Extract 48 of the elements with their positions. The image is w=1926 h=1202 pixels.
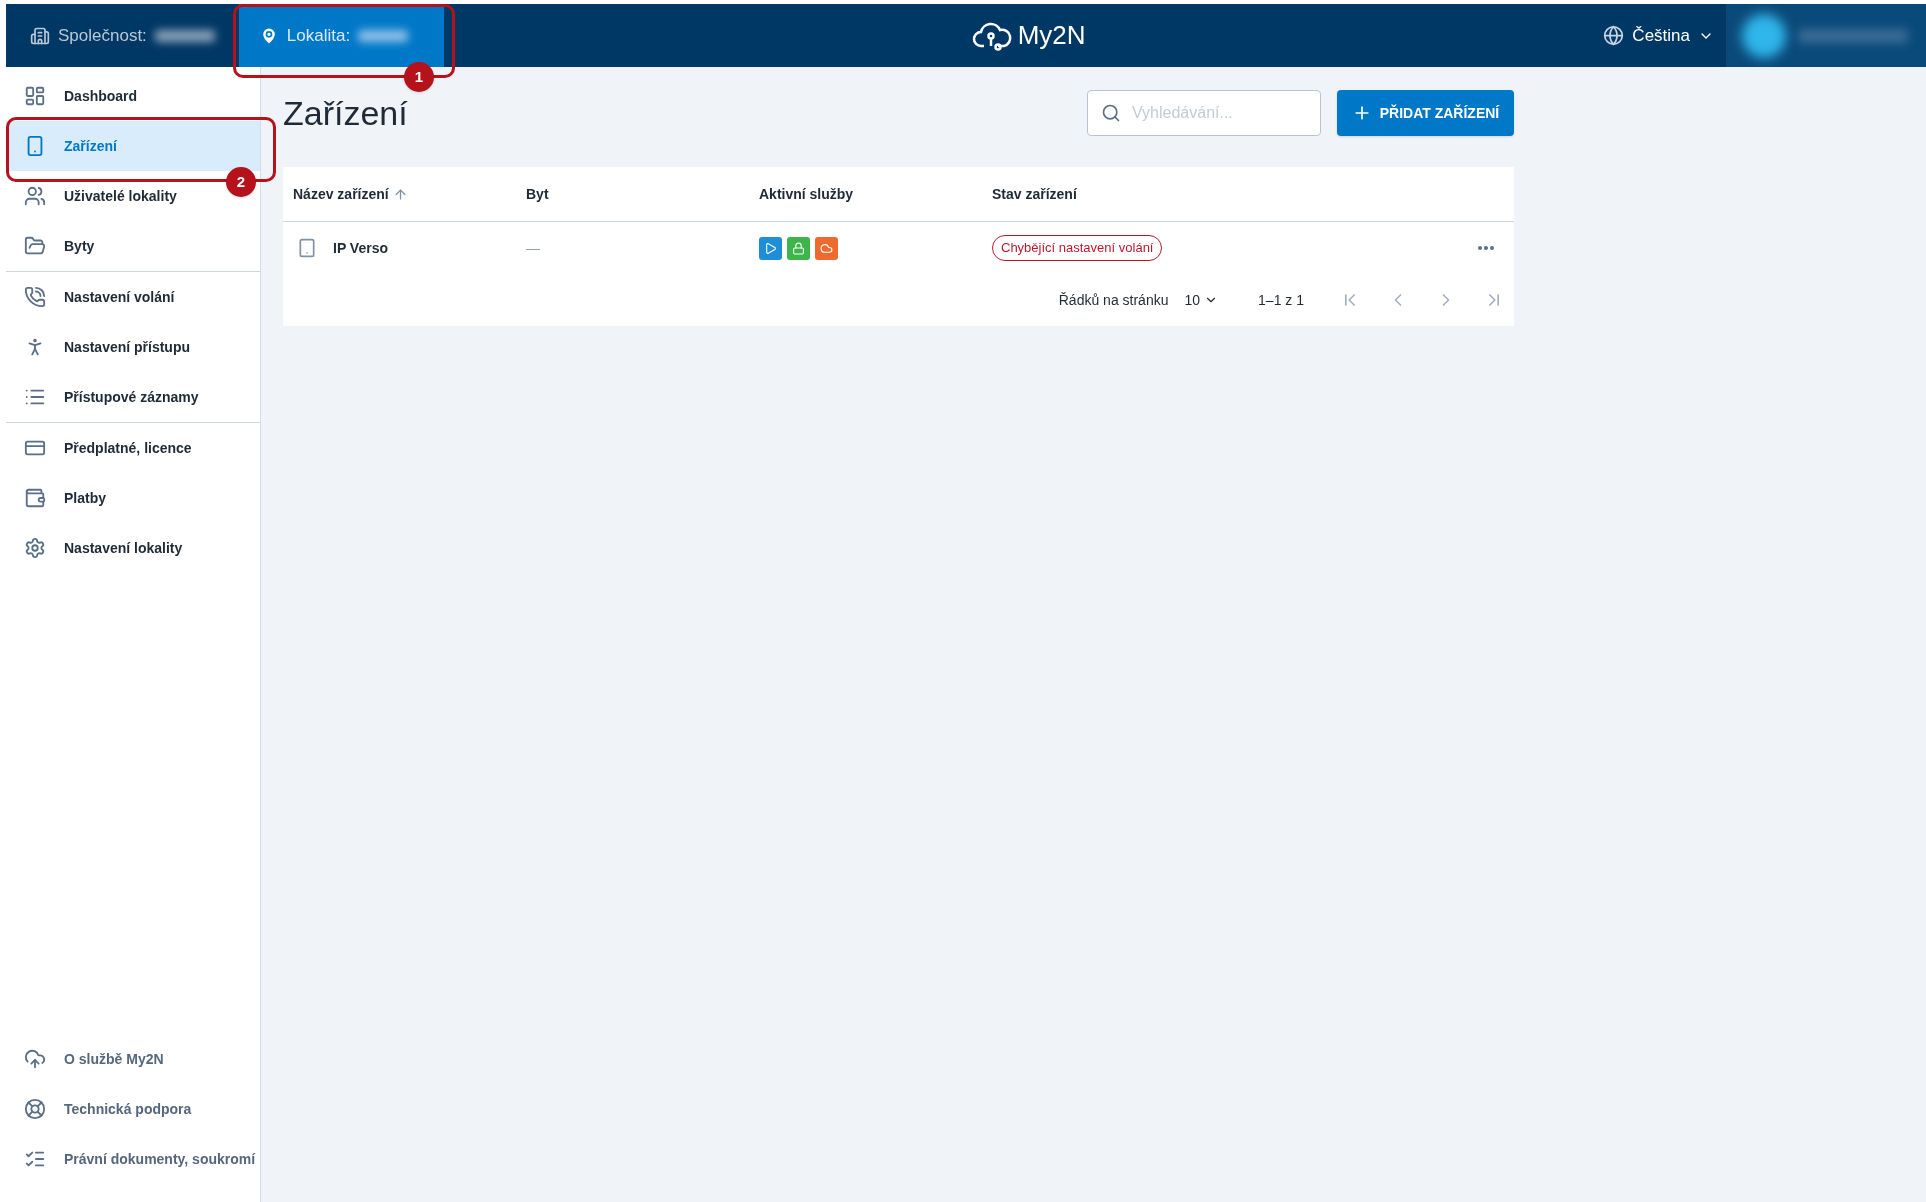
globe-icon (1603, 25, 1625, 46)
apartment-cell: — (526, 239, 540, 256)
avatar (1742, 13, 1786, 58)
sidebar-item[interactable]: Nastavení lokality (6, 523, 260, 573)
page-range: 1–1 z 1 (1258, 290, 1304, 310)
play-icon (764, 241, 777, 255)
rows-per-page-label: Řádků na stránku (1058, 290, 1169, 310)
search-icon (1101, 103, 1121, 123)
wallet-icon (24, 487, 46, 509)
sidebar-item[interactable]: Platby (6, 473, 260, 523)
sidebar-item[interactable]: Zařízení (6, 121, 260, 171)
logo: My2N (971, 16, 1086, 55)
sidebar-item[interactable]: Předplatné, licence (6, 423, 260, 473)
sidebar-item[interactable]: Dashboard (6, 71, 260, 121)
sidebar-item[interactable]: Nastavení přístupu (6, 322, 260, 372)
sidebar-item[interactable]: Byty (6, 221, 260, 271)
cloud-icon (24, 1048, 46, 1070)
location-selector[interactable]: Lokalita: (238, 4, 444, 67)
folder-icon (24, 235, 46, 257)
sidebar-item[interactable]: Přístupové záznamy (6, 372, 260, 422)
sidebar-item[interactable]: Nastavení volání (6, 272, 260, 322)
redacted-mark (154, 29, 215, 42)
lock-icon (792, 241, 805, 255)
column-header[interactable]: Aktivní služby (759, 183, 854, 205)
page-title: Zařízení (283, 92, 409, 134)
intercom-icon (297, 238, 317, 258)
device-name[interactable]: IP Verso (333, 237, 388, 259)
sidebar-link[interactable]: Právní dokumenty, soukromí (6, 1134, 260, 1184)
column-header[interactable]: Stav zařízení (992, 183, 1077, 205)
cloud-icon (820, 241, 833, 255)
add-device-button[interactable]: PŘIDAT ZAŘÍZENÍ (1337, 90, 1514, 136)
user-menu[interactable] (1726, 4, 1926, 67)
column-header[interactable]: Název zařízení (293, 183, 408, 205)
search-field[interactable]: Vyhledávání... (1087, 90, 1321, 136)
more-icon[interactable] (1478, 246, 1494, 250)
rows-per-page-select[interactable]: 10 (1184, 289, 1219, 311)
sidebar-link[interactable]: Technická podpora (6, 1084, 260, 1134)
company-selector[interactable]: Společnost: (6, 4, 239, 67)
number-badge: 2 (226, 167, 256, 197)
language-selector[interactable]: Čeština (1603, 22, 1714, 49)
users-icon (24, 185, 46, 207)
redacted-mark (358, 29, 409, 42)
dashboard-icon (24, 85, 46, 107)
sidebar-link[interactable]: O službě My2N (6, 1034, 260, 1084)
settings-icon (24, 537, 46, 559)
lifebuoy-icon (24, 1098, 46, 1120)
building-icon (30, 25, 50, 46)
column-header[interactable]: Byt (526, 183, 549, 205)
